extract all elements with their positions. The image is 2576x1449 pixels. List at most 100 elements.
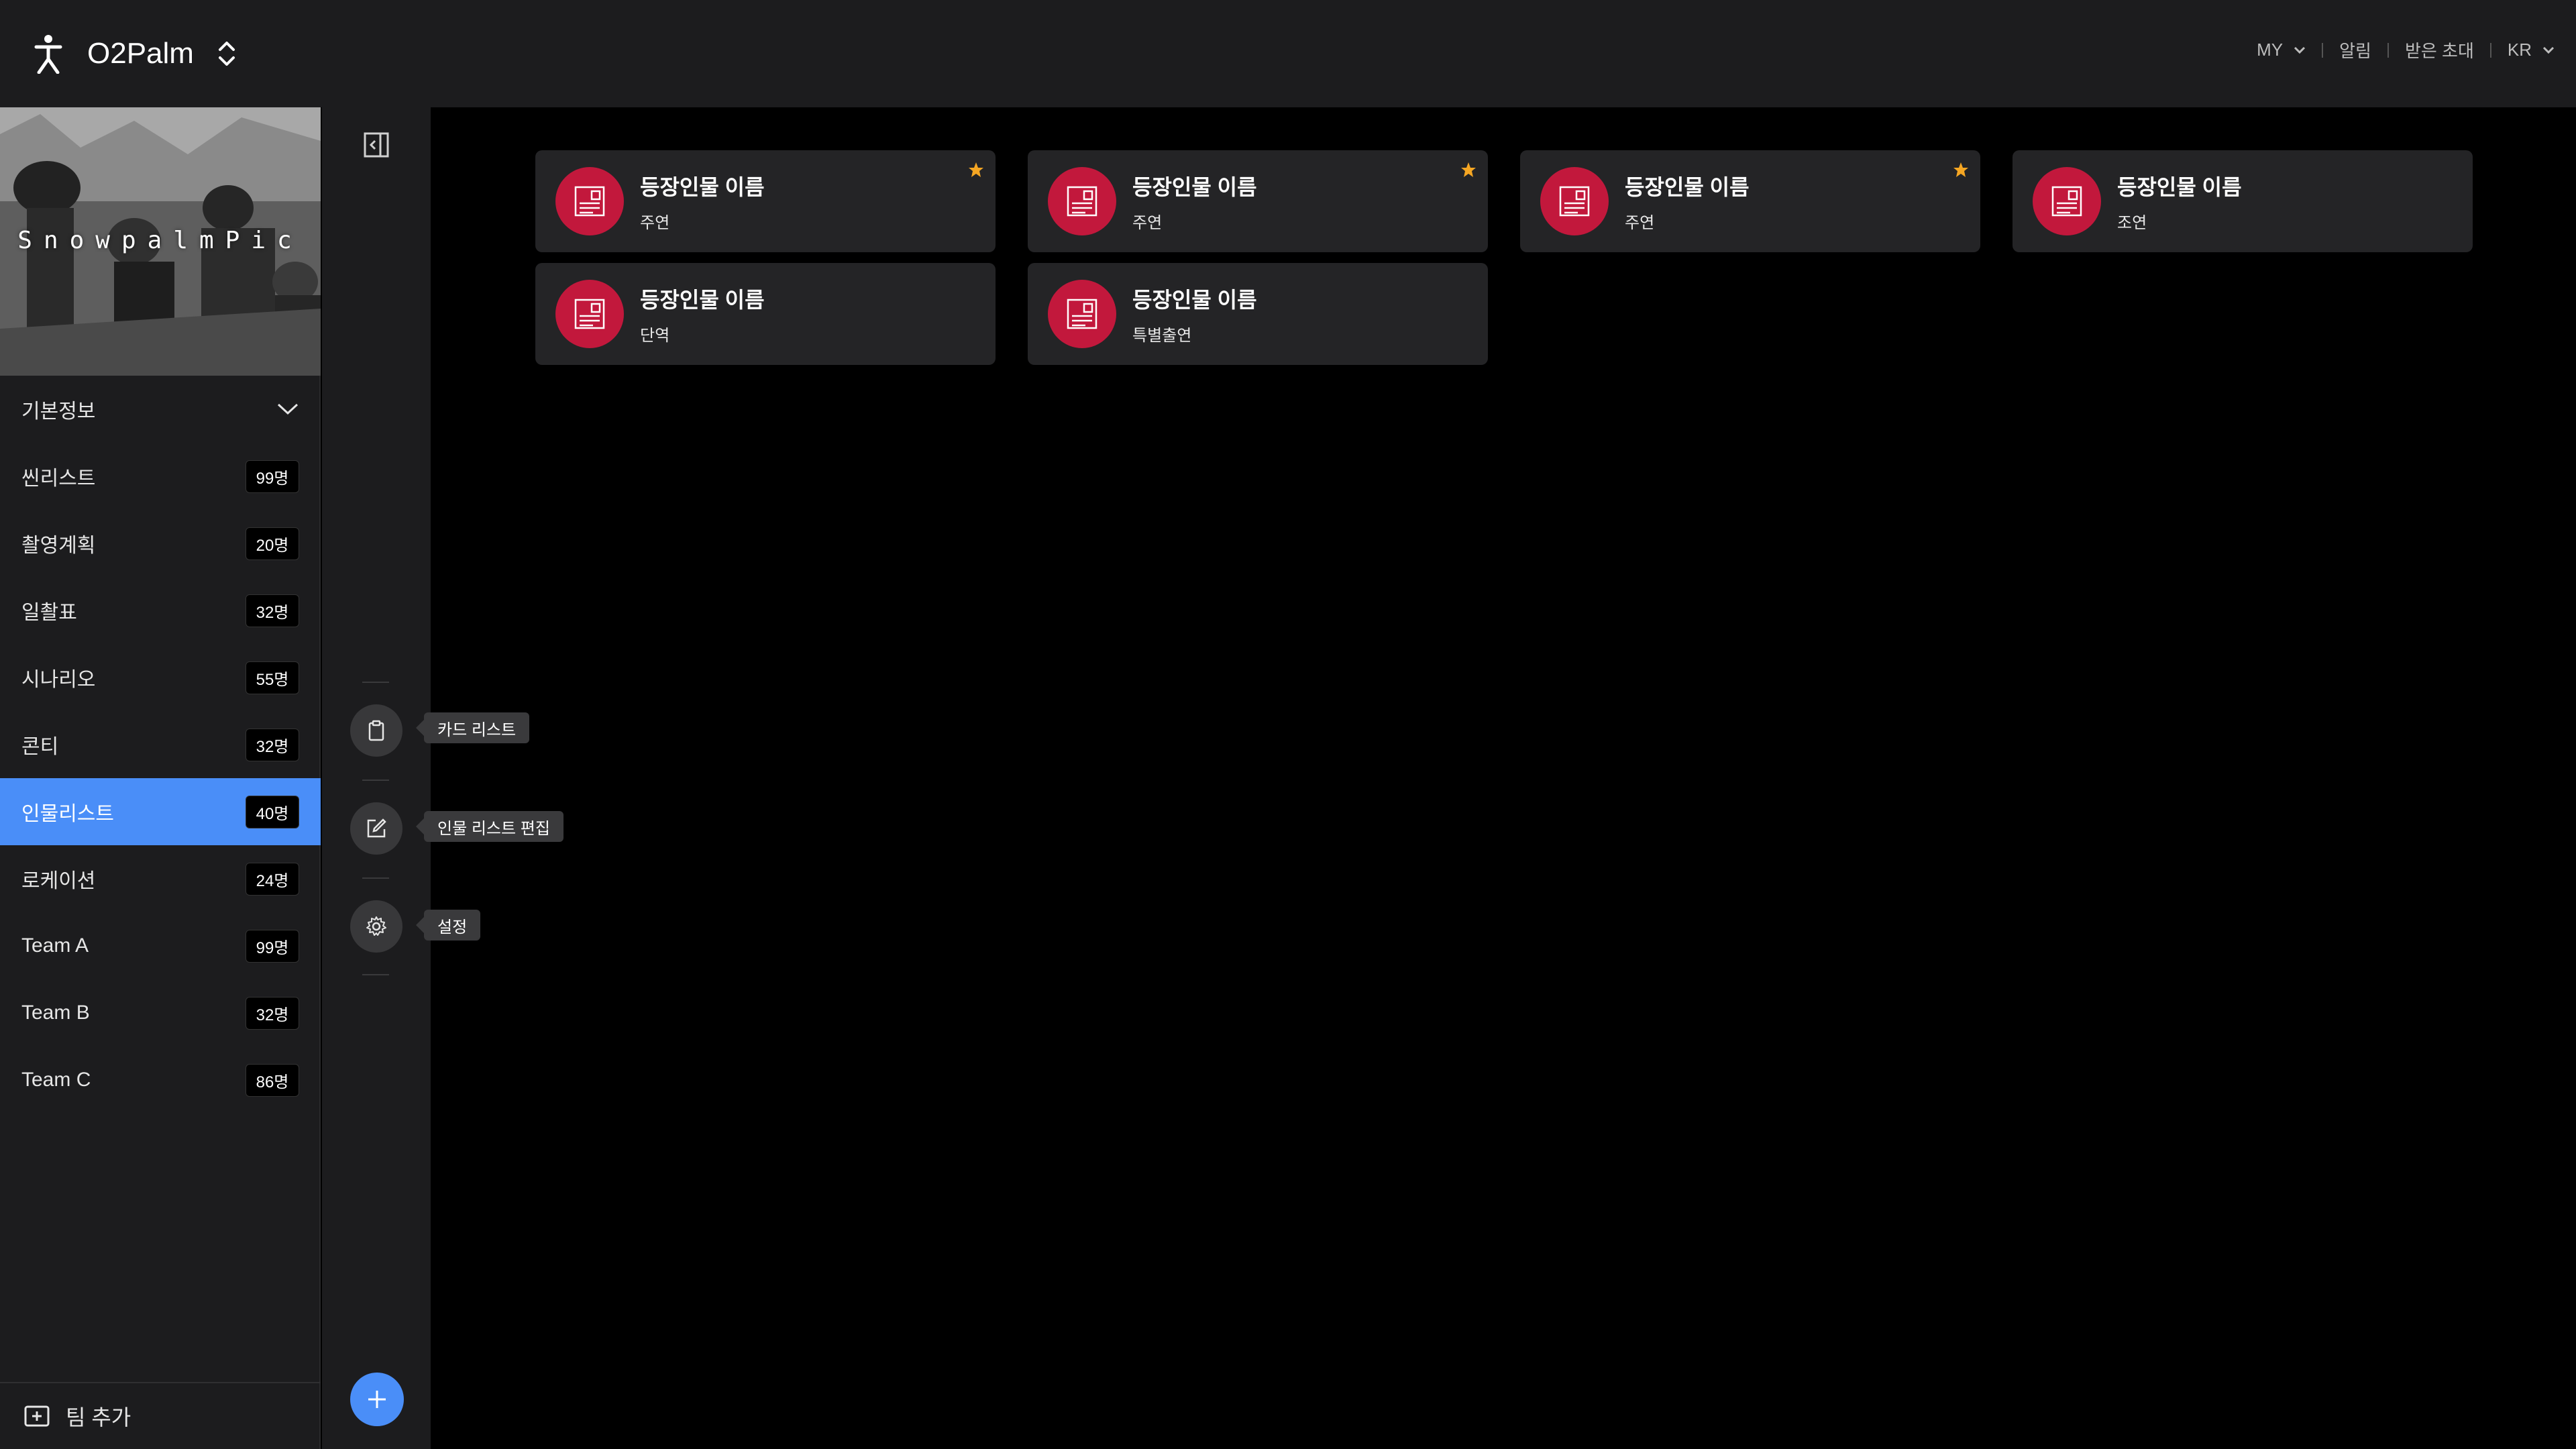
person-logo-icon [34, 35, 62, 74]
count-badge: 40명 [246, 795, 299, 828]
document-icon [1559, 186, 1590, 217]
card-list-button[interactable] [350, 704, 402, 757]
sidebar-item-label: 로케이션 [21, 870, 96, 892]
my-menu[interactable]: MY [2257, 40, 2306, 60]
character-card[interactable]: 등장인물 이름 주연 [1520, 150, 1980, 252]
divider [362, 877, 389, 879]
add-team-button[interactable]: 팀 추가 [0, 1382, 321, 1449]
character-card[interactable]: 등장인물 이름 특별출연 [1028, 263, 1488, 365]
sidebar-item-shooting-plan[interactable]: 촬영계획 20명 [0, 510, 321, 577]
character-name: 등장인물 이름 [640, 174, 765, 199]
star-icon[interactable] [967, 161, 985, 178]
character-role: 주연 [640, 213, 670, 232]
divider [2489, 42, 2491, 58]
document-icon [574, 299, 605, 329]
brand: O2Palm [32, 28, 237, 79]
document-icon [2051, 186, 2082, 217]
divider [362, 682, 389, 683]
avatar [1048, 280, 1116, 348]
count-badge: 55명 [246, 661, 299, 694]
sidebar-item-label: Team C [21, 1069, 91, 1091]
document-icon [1067, 299, 1097, 329]
edit-icon [367, 818, 386, 838]
section-basic-info[interactable]: 기본정보 [0, 376, 321, 443]
character-role: 조연 [2117, 213, 2147, 232]
my-menu-label: MY [2257, 40, 2284, 60]
plus-icon [368, 1391, 386, 1408]
character-card[interactable]: 등장인물 이름 단역 [535, 263, 996, 365]
avatar [1048, 167, 1116, 235]
count-badge: 32명 [246, 996, 299, 1030]
character-card[interactable]: 등장인물 이름 조연 [2012, 150, 2473, 252]
chevron-down-icon [2542, 46, 2555, 54]
notifications-link[interactable]: 알림 [2339, 38, 2371, 62]
top-bar: O2Palm MY 알림 받은 초대 KR [0, 0, 2576, 107]
character-card[interactable]: 등장인물 이름 주연 [1028, 150, 1488, 252]
avatar [1540, 167, 1609, 235]
add-box-icon [24, 1405, 50, 1427]
sidebar-item-label: 일촬표 [21, 602, 77, 624]
count-badge: 32명 [246, 594, 299, 627]
sidebar-item-team-a[interactable]: Team A 99명 [0, 912, 321, 979]
tooltip-settings: 설정 [415, 910, 481, 941]
chevron-down-icon [2294, 46, 2306, 54]
add-button[interactable] [350, 1373, 404, 1426]
avatar [2033, 167, 2101, 235]
chevron-down-icon [277, 403, 299, 415]
collapse-sidebar-icon[interactable] [363, 131, 390, 158]
count-badge: 32명 [246, 728, 299, 761]
sidebar-item-character-list[interactable]: 인물리스트 40명 [0, 778, 321, 845]
character-role: 단역 [640, 326, 670, 345]
project-banner[interactable]: SnowpalmPic [0, 107, 321, 376]
document-icon [1067, 186, 1097, 217]
character-name: 등장인물 이름 [1625, 174, 1750, 199]
count-badge: 99명 [246, 929, 299, 963]
add-team-label: 팀 추가 [66, 1405, 131, 1430]
app-title: O2Palm [87, 37, 194, 70]
sidebar-item-daily-schedule[interactable]: 일촬표 32명 [0, 577, 321, 644]
banner-text: SnowpalmPic [17, 227, 303, 254]
count-badge: 86명 [246, 1063, 299, 1097]
character-name: 등장인물 이름 [640, 287, 765, 312]
chevron-updown-icon[interactable] [217, 39, 237, 68]
divider [362, 780, 389, 781]
star-icon[interactable] [1952, 161, 1970, 178]
sidebar-item-location[interactable]: 로케이션 24명 [0, 845, 321, 912]
character-name: 등장인물 이름 [1132, 287, 1257, 312]
character-name: 등장인물 이름 [2117, 174, 2242, 199]
sidebar-item-label: 촬영계획 [21, 535, 96, 557]
character-role: 주연 [1132, 213, 1163, 232]
document-icon [574, 186, 605, 217]
gear-icon [366, 916, 386, 936]
avatar [555, 167, 624, 235]
sidebar-item-team-c[interactable]: Team C 86명 [0, 1046, 321, 1114]
sidebar-item-scenario[interactable]: 시나리오 55명 [0, 644, 321, 711]
avatar [555, 280, 624, 348]
character-card[interactable]: 등장인물 이름 주연 [535, 150, 996, 252]
tool-rail [322, 107, 431, 1449]
sidebar-menu: 씬리스트 99명 촬영계획 20명 일촬표 32명 시나리오 55명 콘티 32… [0, 443, 321, 1114]
language-label: KR [2507, 40, 2532, 60]
received-invites-link[interactable]: 받은 초대 [2405, 38, 2474, 62]
sidebar-item-label: 인물리스트 [21, 803, 114, 825]
tooltip-card-list: 카드 리스트 [415, 712, 530, 743]
divider [362, 974, 389, 975]
language-menu[interactable]: KR [2508, 40, 2555, 60]
character-role: 특별출연 [1132, 326, 1192, 345]
sidebar-item-label: Team A [21, 934, 89, 957]
sidebar-item-team-b[interactable]: Team B 32명 [0, 979, 321, 1046]
count-badge: 24명 [246, 862, 299, 896]
settings-button[interactable] [350, 900, 402, 953]
sidebar-item-label: 씬리스트 [21, 468, 96, 490]
star-icon[interactable] [1460, 161, 1477, 178]
edit-character-list-button[interactable] [350, 802, 402, 855]
sidebar-item-storyboard[interactable]: 콘티 32명 [0, 711, 321, 778]
header-links: MY 알림 받은 초대 KR [2257, 38, 2555, 62]
character-role: 주연 [1625, 213, 1655, 232]
tooltip-edit-character-list: 인물 리스트 편집 [416, 811, 564, 842]
section-label: 기본정보 [21, 400, 96, 423]
sidebar-item-scene-list[interactable]: 씬리스트 99명 [0, 443, 321, 510]
character-name: 등장인물 이름 [1132, 174, 1257, 199]
divider [2322, 42, 2324, 58]
character-card-grid: 등장인물 이름 주연 등장인물 이름 주연 등장인물 이름 주연 등장인물 이름 [535, 150, 2481, 365]
